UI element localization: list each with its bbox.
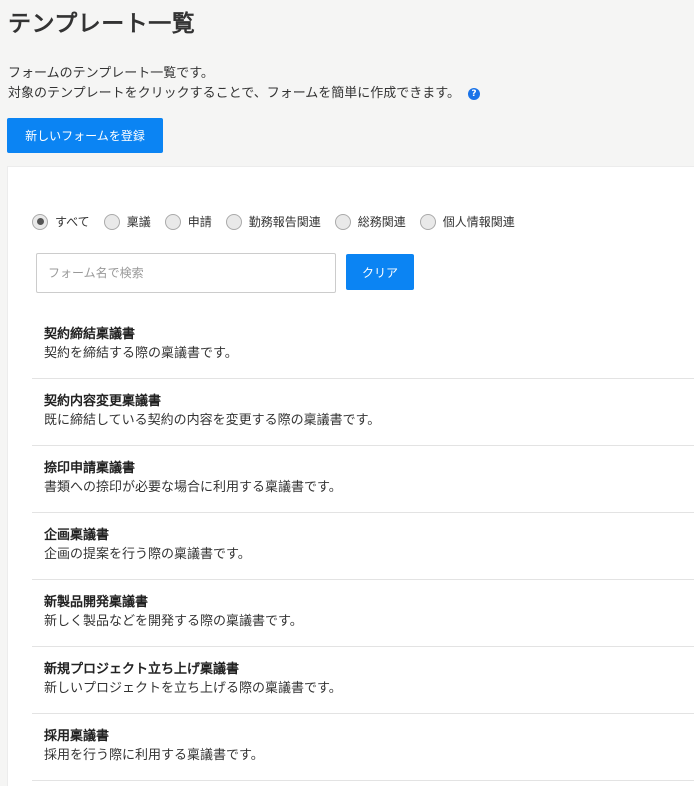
template-title: 捺印申請稟議書 xyxy=(44,461,136,476)
filter-label: すべて xyxy=(55,215,90,229)
template-item[interactable]: 新規プロジェクト立ち上げ稟議書 新しいプロジェクトを立ち上げる際の稟議書です。 xyxy=(32,647,694,714)
radio-all[interactable] xyxy=(32,213,48,230)
filter-option-ringi[interactable]: 稟議 xyxy=(103,213,151,230)
template-item[interactable]: 新製品開発稟議書 新しく製品などを開発する際の稟議書です。 xyxy=(32,580,694,647)
template-description: 既に締結している契約の内容を変更する際の稟議書です。 xyxy=(44,413,381,428)
template-description: 採用を行う際に利用する稟議書です。 xyxy=(44,748,264,763)
filter-option-application[interactable]: 申請 xyxy=(164,213,212,230)
clear-button[interactable]: クリア xyxy=(346,254,414,290)
help-icon[interactable]: ? xyxy=(468,88,481,100)
intro-text: フォームのテンプレート一覧です。 対象のテンプレートをクリックすることで、フォー… xyxy=(8,64,481,104)
filter-option-all[interactable]: すべて xyxy=(32,213,90,230)
intro-line-1: フォームのテンプレート一覧です。 xyxy=(8,66,214,81)
radio-work-report[interactable] xyxy=(225,213,242,230)
register-form-button[interactable]: 新しいフォームを登録 xyxy=(7,118,163,153)
template-description: 企画の提案を行う際の稟議書です。 xyxy=(44,547,251,562)
template-title: 新規プロジェクト立ち上げ稟議書 xyxy=(44,662,240,677)
filter-option-general-affairs[interactable]: 総務関連 xyxy=(334,213,406,230)
template-title: 採用稟議書 xyxy=(44,729,110,744)
template-title: 契約内容変更稟議書 xyxy=(44,394,162,409)
filter-option-personal-info[interactable]: 個人情報関連 xyxy=(419,213,515,230)
template-description: 契約を締結する際の稟議書です。 xyxy=(44,346,238,361)
template-description: 新しいプロジェクトを立ち上げる際の稟議書です。 xyxy=(44,681,342,696)
filter-label: 個人情報関連 xyxy=(442,215,515,229)
filter-label: 申請 xyxy=(187,215,212,229)
intro-line-2: 対象のテンプレートをクリックすることで、フォームを簡単に作成できます。 xyxy=(8,86,461,101)
template-title: 新製品開発稟議書 xyxy=(44,595,149,610)
template-title: 企画稟議書 xyxy=(44,528,110,543)
radio-application[interactable] xyxy=(164,213,181,230)
template-item[interactable]: 契約締結稟議書 契約を締結する際の稟議書です。 xyxy=(32,312,694,379)
radio-general-affairs[interactable] xyxy=(334,213,351,230)
template-item[interactable]: 企画稟議書 企画の提案を行う際の稟議書です。 xyxy=(32,513,694,580)
template-item[interactable]: 捺印申請稟議書 書類への捺印が必要な場合に利用する稟議書です。 xyxy=(32,446,694,513)
filter-label: 総務関連 xyxy=(357,215,406,229)
template-item[interactable]: 契約内容変更稟議書 既に締結している契約の内容を変更する際の稟議書です。 xyxy=(32,379,694,446)
filter-label: 勤務報告関連 xyxy=(248,215,321,229)
template-panel: すべて 稟議 申請 勤務報告関連 総務関連 個人情報関連 クリア 契約締結稟議書… xyxy=(7,166,694,786)
template-description: 新しく製品などを開発する際の稟議書です。 xyxy=(44,614,303,629)
filter-label: 稟議 xyxy=(126,215,151,229)
page-title: テンプレート一覧 xyxy=(8,11,196,37)
search-input[interactable] xyxy=(36,253,336,293)
template-description: 書類への捺印が必要な場合に利用する稟議書です。 xyxy=(44,480,342,495)
template-title: 契約締結稟議書 xyxy=(44,327,136,342)
radio-personal-info[interactable] xyxy=(419,213,436,230)
template-list: 契約締結稟議書 契約を締結する際の稟議書です。 契約内容変更稟議書 既に締結して… xyxy=(32,312,694,781)
category-filter: すべて 稟議 申請 勤務報告関連 総務関連 個人情報関連 xyxy=(32,213,529,230)
template-item[interactable]: 採用稟議書 採用を行う際に利用する稟議書です。 xyxy=(32,714,694,781)
radio-ringi[interactable] xyxy=(103,213,120,230)
filter-option-work-report[interactable]: 勤務報告関連 xyxy=(225,213,321,230)
intro-line-2-row: 対象のテンプレートをクリックすることで、フォームを簡単に作成できます。 ? xyxy=(8,84,481,104)
